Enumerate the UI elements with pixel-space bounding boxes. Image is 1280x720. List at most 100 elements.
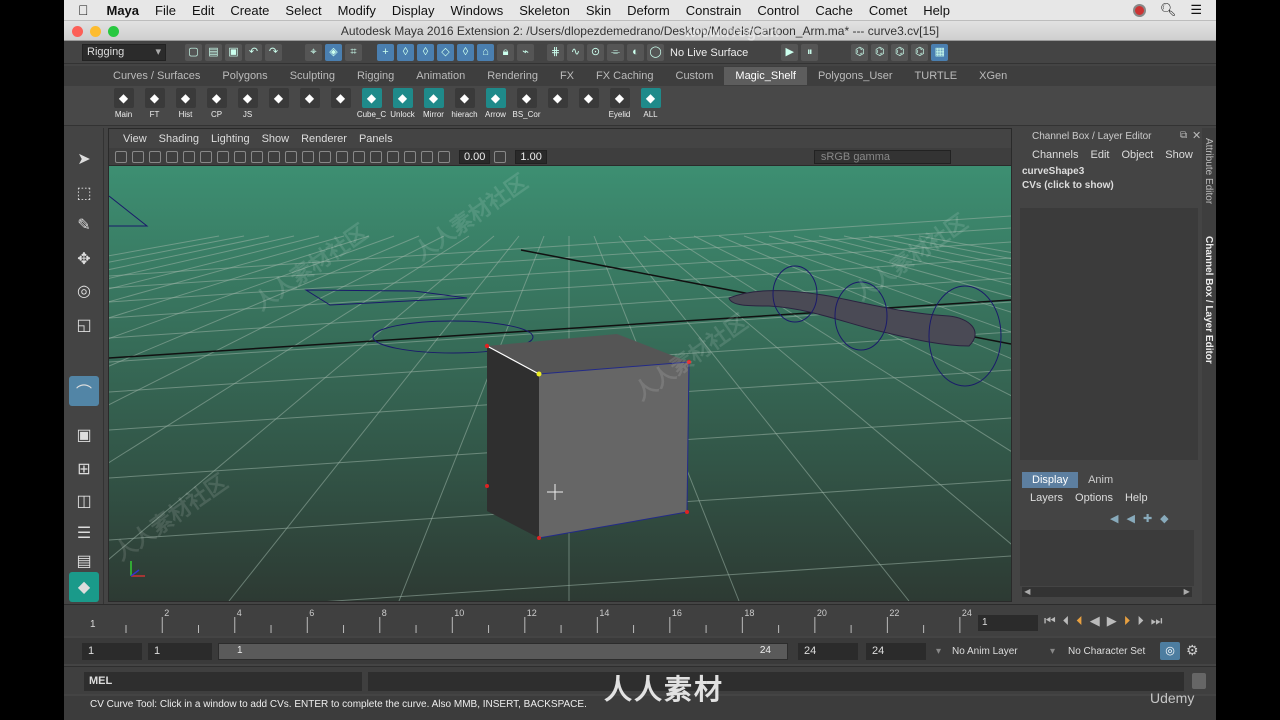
shelf-tab-animation[interactable]: Animation — [405, 70, 476, 82]
open-scene-icon[interactable]: ▤ — [205, 44, 222, 61]
live-surface-label[interactable]: No Live Surface — [670, 47, 748, 59]
start-time-field[interactable]: 1 — [82, 643, 142, 660]
menu-help[interactable]: Help — [915, 3, 958, 18]
anim-layer-dropdown[interactable]: No Anim Layer — [952, 643, 1052, 660]
camera-attr-icon[interactable] — [132, 150, 144, 163]
menu-skeleton[interactable]: Skeleton — [511, 3, 578, 18]
gamma-icon[interactable] — [494, 150, 507, 163]
go-to-start-icon[interactable]: ⏮ — [1044, 613, 1056, 629]
shelf-tab-custom[interactable]: Custom — [665, 70, 725, 82]
lights-icon[interactable] — [353, 150, 365, 163]
shelf-button-cube-c[interactable]: ◆ Cube_C — [356, 88, 387, 124]
menu-file[interactable]: File — [147, 3, 184, 18]
shelf-tab-magic-shelf[interactable]: Magic_Shelf — [724, 67, 807, 85]
render-icon-4[interactable]: ⌬ — [911, 44, 929, 61]
snap-surface-icon[interactable]: ◐ — [627, 44, 644, 61]
shelf-button-hist[interactable]: ◆ Hist — [170, 88, 201, 124]
shelf-tab-fx-caching[interactable]: FX Caching — [585, 70, 664, 82]
shelf-button-tool-14[interactable]: ◆ — [542, 88, 573, 124]
single-view-icon[interactable]: ▣ — [69, 420, 99, 450]
resolution-gate-icon[interactable] — [217, 150, 229, 163]
shelf-button-mirror[interactable]: ◆ Mirror — [418, 88, 449, 124]
gamma-field[interactable]: 1.00 — [515, 149, 547, 164]
time-ruler[interactable]: 2 4 6 8 10 12 14 16 18 20 22 24 — [122, 607, 974, 635]
shelf-button-tool-6[interactable]: ◆ — [294, 88, 325, 124]
shelf-button-bs-cor[interactable]: ◆ BS_Cor — [511, 88, 542, 124]
cvs-toggle[interactable]: CVs (click to show) — [1016, 179, 1202, 193]
snap-curve-icon[interactable]: ∿ — [567, 44, 584, 61]
xray-icon[interactable] — [404, 150, 416, 163]
pause-render-icon[interactable]: ⏸ — [801, 44, 819, 61]
safe-title-icon[interactable] — [285, 150, 297, 163]
play-forward-icon[interactable]: ▶ — [1107, 613, 1117, 629]
scale-tool-icon[interactable]: ◱ — [69, 310, 99, 340]
float-panel-icon[interactable]: ⧉ — [1180, 130, 1187, 141]
range-bar[interactable]: 1 24 — [218, 643, 788, 660]
layer-tab-anim[interactable]: Anim — [1078, 472, 1123, 488]
cb-menu-edit[interactable]: Edit — [1084, 149, 1115, 161]
menu-display[interactable]: Display — [384, 3, 443, 18]
menu-skin[interactable]: Skin — [578, 3, 619, 18]
end-time-field[interactable]: 24 — [866, 643, 926, 660]
app-menu[interactable]: Maya — [99, 3, 148, 18]
paint-select-tool-icon[interactable]: ✎ — [69, 210, 99, 240]
shelf-tab-rendering[interactable]: Rendering — [476, 70, 549, 82]
viewport-menu-panels[interactable]: Panels — [353, 133, 399, 145]
shelf-tab-rigging[interactable]: Rigging — [346, 70, 405, 82]
shelf-tab-polygons-user[interactable]: Polygons_User — [807, 70, 904, 82]
shelf-button-eyelid[interactable]: ◆ Eyelid — [604, 88, 635, 124]
menu-cache[interactable]: Cache — [807, 3, 861, 18]
render-icon-3[interactable]: ⌬ — [891, 44, 909, 61]
render-icon-1[interactable]: ⌬ — [851, 44, 869, 61]
layer-menu-layers[interactable]: Layers — [1024, 492, 1069, 504]
script-editor-icon[interactable] — [1192, 673, 1206, 689]
select-tool-icon[interactable]: ➤ — [69, 144, 99, 174]
new-scene-icon[interactable]: ▢ — [185, 44, 202, 61]
shelf-button-ft[interactable]: ◆ FT — [139, 88, 170, 124]
shelf-tab-turtle[interactable]: TURTLE — [904, 70, 969, 82]
select-component-icon[interactable]: ⌗ — [345, 44, 362, 61]
smooth-shade-icon[interactable] — [319, 150, 331, 163]
new-layer-selected-icon[interactable]: ◆ — [1160, 512, 1168, 525]
image-plane-icon[interactable] — [166, 150, 178, 163]
gate-mask-icon[interactable] — [234, 150, 246, 163]
shelf-tab-fx[interactable]: FX — [549, 70, 585, 82]
shelf-tab-sculpting[interactable]: Sculpting — [279, 70, 346, 82]
shelf-button-tool-5[interactable]: ◆ — [263, 88, 294, 124]
mask-icon-1[interactable]: + — [377, 44, 394, 61]
mel-label[interactable]: MEL — [84, 672, 362, 691]
play-render-icon[interactable]: ▶ — [781, 44, 799, 61]
attribute-editor-tab[interactable]: Attribute Editor — [1203, 138, 1214, 204]
shelf-button-hierach[interactable]: ◆ hierach — [449, 88, 480, 124]
character-set-dropdown[interactable]: No Character Set — [1068, 643, 1168, 660]
render-icon-2[interactable]: ⌬ — [871, 44, 889, 61]
shelf-button-cp[interactable]: ◆ CP — [201, 88, 232, 124]
cb-menu-object[interactable]: Object — [1115, 149, 1159, 161]
menu-deform[interactable]: Deform — [619, 3, 678, 18]
move-tool-icon[interactable]: ✥ — [69, 244, 99, 274]
film-gate-icon[interactable] — [200, 150, 212, 163]
cb-menu-show[interactable]: Show — [1159, 149, 1199, 161]
shape-name[interactable]: curveShape3 — [1016, 165, 1202, 179]
viewport-menu-view[interactable]: View — [117, 133, 153, 145]
layer-scrollbar[interactable]: ◀ ▶ — [1022, 587, 1192, 597]
menu-comet[interactable]: Comet — [861, 3, 915, 18]
snap-icon[interactable]: ⌁ — [517, 44, 534, 61]
shelf-button-unlock[interactable]: ◆ Unlock — [387, 88, 418, 124]
current-frame-field[interactable]: 1 — [978, 615, 1038, 631]
step-forward-key-icon[interactable]: ⏵ — [1137, 613, 1144, 629]
menu-control[interactable]: Control — [749, 3, 807, 18]
playback-start-field[interactable]: 1 — [148, 643, 212, 660]
side-by-side-icon[interactable]: ◫ — [69, 486, 99, 516]
shelf-button-js[interactable]: ◆ JS — [232, 88, 263, 124]
menu-select[interactable]: Select — [277, 3, 329, 18]
record-icon[interactable] — [1132, 3, 1146, 17]
bookmark-icon[interactable] — [149, 150, 161, 163]
shelf-tab-curves[interactable]: Curves / Surfaces — [102, 70, 211, 82]
exposure-field[interactable]: 0.00 — [459, 149, 491, 164]
viewport-menu-shading[interactable]: Shading — [153, 133, 205, 145]
shelf-button-arrow[interactable]: ◆ Arrow — [480, 88, 511, 124]
move-layer-up-icon[interactable]: ◀ — [1110, 512, 1118, 525]
select-hierarchy-icon[interactable]: ⌖ — [305, 44, 322, 61]
isolate-icon[interactable] — [421, 150, 433, 163]
